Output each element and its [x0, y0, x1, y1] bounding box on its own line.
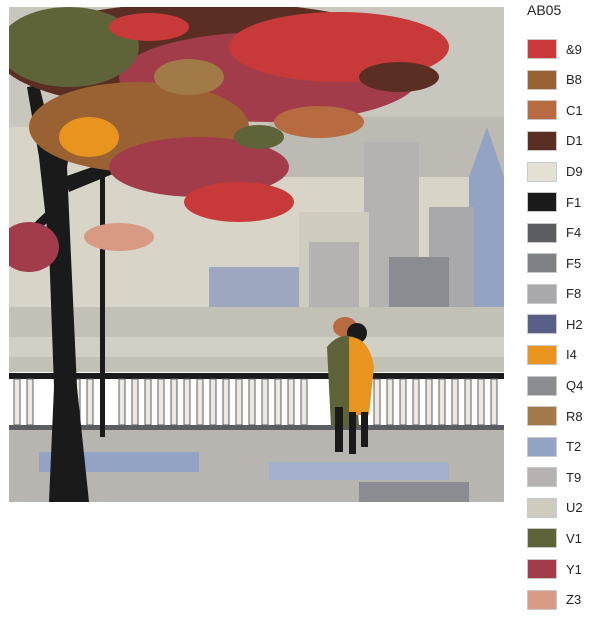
color-code: D1 [566, 133, 583, 149]
color-code: F1 [566, 194, 582, 210]
railing-bottom-rail [9, 425, 504, 430]
color-code: D9 [566, 164, 583, 179]
color-chip [527, 161, 557, 182]
color-code: B8 [566, 72, 582, 88]
palette-item: F8 [527, 283, 583, 305]
palette-item: I4 [527, 344, 583, 366]
color-code: &9 [566, 41, 582, 57]
color-code: F4 [566, 225, 582, 241]
palette-item: Q4 [527, 374, 583, 396]
palette-item: C1 [527, 99, 583, 121]
palette-item: T9 [527, 466, 583, 488]
river-band-region [9, 337, 504, 357]
color-code: V1 [566, 530, 582, 546]
painting-image [9, 7, 504, 502]
color-code: R8 [566, 408, 583, 424]
palette-item: Z3 [527, 588, 583, 610]
color-chip [527, 283, 557, 304]
palette-item: F1 [527, 191, 583, 213]
color-chip [527, 559, 557, 580]
color-code: Q4 [566, 378, 584, 394]
color-chip [527, 314, 557, 335]
color-chip [527, 375, 557, 396]
palette-item: D9 [527, 160, 583, 182]
railing-top-rail [9, 373, 504, 379]
palette-item: &9 [527, 38, 583, 60]
color-code: T2 [566, 439, 582, 455]
color-code: I4 [566, 347, 577, 363]
color-chip [527, 528, 557, 549]
color-chip [527, 222, 557, 243]
color-code: T9 [566, 469, 582, 485]
palette-item: V1 [527, 527, 583, 549]
color-code: F8 [566, 286, 582, 302]
color-chip [527, 467, 557, 488]
color-chip [527, 436, 557, 457]
color-code: C1 [566, 102, 583, 118]
color-chip [527, 192, 557, 213]
palette-item: D1 [527, 130, 583, 152]
color-chip [527, 130, 557, 151]
palette-item: B8 [527, 69, 583, 91]
color-chip [527, 589, 557, 610]
color-code: Y1 [566, 561, 582, 577]
palette-item: T2 [527, 436, 583, 458]
palette-item: R8 [527, 405, 583, 427]
color-palette: &9 B8 C1 D1 D9 F1 F4 F5 F8 H2 I4 Q4 R8 T… [527, 38, 583, 619]
railing-balusters [13, 378, 498, 426]
color-chip [527, 100, 557, 121]
kit-code: AB05 [527, 2, 562, 18]
color-chip [527, 406, 557, 427]
palette-item: F4 [527, 221, 583, 243]
puddle-region [359, 482, 469, 502]
color-chip [527, 344, 557, 365]
palette-item: H2 [527, 313, 583, 335]
palette-item: F5 [527, 252, 583, 274]
color-chip [527, 253, 557, 274]
color-chip [527, 39, 557, 60]
color-code: F5 [566, 255, 582, 271]
color-code: H2 [566, 316, 583, 332]
color-chip [527, 69, 557, 90]
puddle-region [269, 462, 449, 480]
palette-item: Y1 [527, 558, 583, 580]
color-code: Z3 [566, 592, 582, 608]
